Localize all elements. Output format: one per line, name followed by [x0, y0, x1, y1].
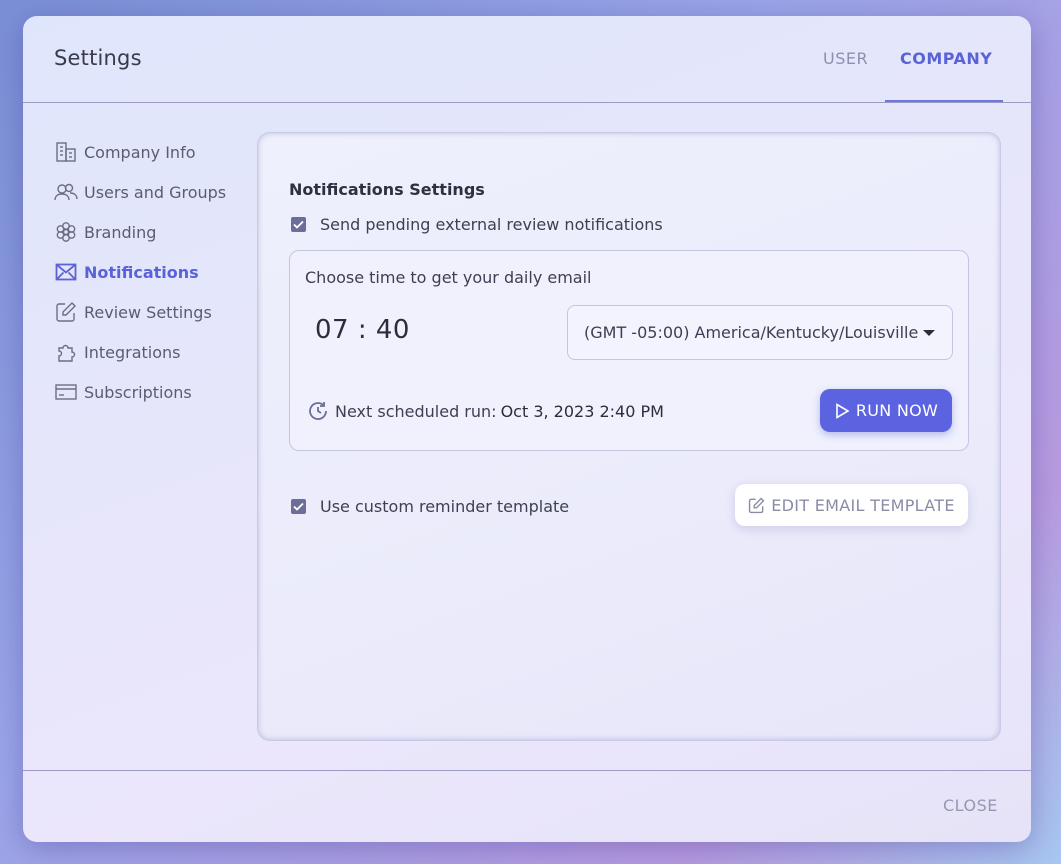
sidebar-item-company-info[interactable]: Company Info: [54, 132, 254, 172]
flower-icon: [54, 220, 78, 244]
next-run-value: Oct 3, 2023 2:40 PM: [500, 401, 664, 421]
sidebar-item-label: Branding: [84, 222, 157, 242]
timezone-value: (GMT -05:00) America/Kentucky/Louisville: [584, 323, 919, 342]
send-pending-row: Send pending external review notificatio…: [291, 215, 663, 234]
sidebar-item-review-settings[interactable]: Review Settings: [54, 292, 254, 332]
sidebar-item-label: Company Info: [84, 142, 196, 162]
tab-company[interactable]: COMPANY: [900, 49, 992, 68]
active-tab-indicator: [885, 100, 1003, 102]
next-run-info: Next scheduled run: Oct 3, 2023 2:40 PM: [307, 400, 664, 422]
daily-email-label: Choose time to get your daily email: [305, 268, 592, 287]
sidebar-item-branding[interactable]: Branding: [54, 212, 254, 252]
dialog-footer: CLOSE: [23, 770, 1031, 842]
chevron-down-icon: [923, 330, 935, 336]
dialog-header: Settings USER COMPANY: [23, 16, 1031, 103]
sidebar-item-notifications[interactable]: Notifications: [54, 252, 254, 292]
sidebar-item-label: Review Settings: [84, 302, 212, 322]
sidebar-item-label: Notifications: [84, 262, 199, 282]
check-icon: [293, 502, 304, 511]
sidebar-item-label: Subscriptions: [84, 382, 192, 402]
edit-icon: [748, 497, 765, 514]
history-icon: [307, 400, 329, 422]
edit-email-template-button[interactable]: EDIT EMAIL TEMPLATE: [735, 484, 968, 526]
close-button[interactable]: CLOSE: [943, 796, 998, 815]
send-pending-label: Send pending external review notificatio…: [320, 215, 663, 234]
sidebar-item-users-and-groups[interactable]: Users and Groups: [54, 172, 254, 212]
mail-icon: [54, 260, 78, 284]
run-now-button[interactable]: RUN NOW: [820, 389, 952, 432]
sidebar-item-label: Integrations: [84, 342, 181, 362]
edit-icon: [54, 300, 78, 324]
daily-email-box: Choose time to get your daily email 07 :…: [289, 250, 969, 451]
sidebar-item-label: Users and Groups: [84, 182, 227, 202]
next-run-label: Next scheduled run:: [335, 401, 497, 421]
custom-template-row: Use custom reminder template: [291, 497, 569, 516]
settings-dialog: Settings USER COMPANY Company Info Users…: [23, 16, 1031, 842]
sidebar-item-integrations[interactable]: Integrations: [54, 332, 254, 372]
notifications-panel: Notifications Settings Send pending exte…: [258, 133, 1000, 740]
tab-user[interactable]: USER: [823, 49, 868, 68]
edit-email-template-label: EDIT EMAIL TEMPLATE: [771, 495, 955, 515]
sidebar-item-subscriptions[interactable]: Subscriptions: [54, 372, 254, 412]
send-pending-checkbox[interactable]: [291, 217, 306, 232]
time-picker[interactable]: 07 : 40: [315, 315, 410, 345]
run-now-label: RUN NOW: [855, 401, 939, 420]
card-icon: [54, 380, 78, 404]
users-icon: [54, 180, 78, 204]
puzzle-icon: [54, 340, 78, 364]
play-icon: [834, 402, 850, 419]
custom-template-checkbox[interactable]: [291, 499, 306, 514]
settings-sidebar: Company Info Users and Groups Branding N…: [54, 132, 254, 412]
custom-template-label: Use custom reminder template: [320, 497, 570, 516]
panel-title: Notifications Settings: [289, 180, 485, 199]
timezone-select[interactable]: (GMT -05:00) America/Kentucky/Louisville: [567, 305, 953, 360]
check-icon: [293, 220, 304, 229]
building-icon: [54, 140, 78, 164]
dialog-title: Settings: [54, 46, 142, 70]
